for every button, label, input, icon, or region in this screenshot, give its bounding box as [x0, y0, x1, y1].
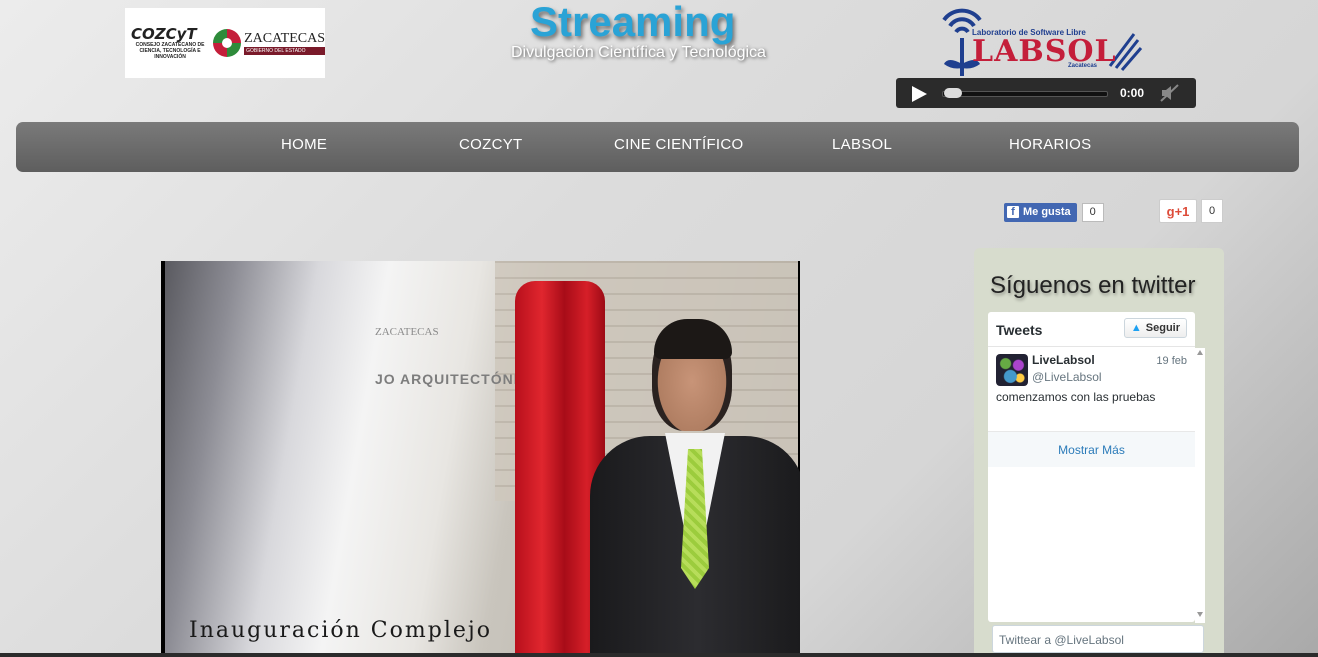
zacatecas-logo-title: ZACATECAS: [244, 31, 325, 46]
twitter-widget-title[interactable]: Tweets: [996, 322, 1042, 338]
tweet-text: comenzamos con las pruebas: [996, 390, 1156, 404]
tweet-item[interactable]: LiveLabsol @LiveLabsol 19 feb comenzamos…: [988, 347, 1195, 432]
audio-progress-track[interactable]: [942, 91, 1108, 97]
play-icon[interactable]: [912, 86, 927, 102]
audio-progress-handle[interactable]: [944, 88, 962, 98]
show-more-button[interactable]: Mostrar Más: [988, 432, 1195, 467]
twitter-scrollbar[interactable]: [1195, 348, 1205, 623]
labsol-logo[interactable]: Laboratorio de Software Libre LABSOL Zac…: [938, 6, 1143, 78]
facebook-icon: f: [1007, 206, 1019, 218]
tweet-compose-input[interactable]: Twittear a @LiveLabsol: [992, 625, 1204, 653]
audio-time: 0:00: [1120, 86, 1145, 100]
site-title: Streaming: [530, 0, 736, 45]
audio-player: 0:00: [896, 78, 1196, 108]
twitter-follow-label: Seguir: [1145, 322, 1180, 334]
twitter-widget-header: Tweets ▲ Seguir: [988, 312, 1195, 347]
volume-muted-icon[interactable]: [1160, 84, 1180, 102]
twitter-panel: Síguenos en twitter Tweets ▲ Seguir Live…: [974, 248, 1224, 657]
tweet-date[interactable]: 19 feb: [1156, 355, 1187, 367]
twitter-timeline-widget: Tweets ▲ Seguir LiveLabsol @LiveLabsol 1…: [988, 312, 1195, 622]
twitter-bird-icon: ▲: [1130, 322, 1142, 334]
google-plus-widget: g +1 0: [1159, 199, 1223, 223]
video-player[interactable]: ZACATECAS JO ARQUITECTÓNICO Inauguración…: [161, 261, 800, 657]
nav-item-labsol[interactable]: LABSOL: [832, 136, 892, 153]
cozcyt-logo-subtitle: CONSEJO ZACATECANO DE CIENCIA, TECNOLOGÍ…: [135, 42, 205, 60]
tweet-compose-placeholder: Twittear a @LiveLabsol: [999, 633, 1124, 647]
nav-item-horarios[interactable]: HORARIOS: [1009, 136, 1091, 153]
twitter-heading: Síguenos en twitter: [990, 272, 1196, 299]
google-plus-icon: g: [1166, 203, 1175, 219]
twitter-follow-button[interactable]: ▲ Seguir: [1123, 318, 1187, 338]
scroll-down-icon[interactable]: [1197, 612, 1203, 617]
zacatecas-logo: ZACATECAS GOBIERNO DEL ESTADO: [213, 29, 325, 57]
cozcyt-logo-title: COZCyT: [131, 25, 197, 43]
cozcyt-logo: COZCyT CONSEJO ZACATECANO DE CIENCIA, TE…: [131, 26, 209, 60]
scroll-up-icon[interactable]: [1197, 350, 1203, 355]
zacatecas-swirl-icon: [213, 29, 242, 57]
nav-item-home[interactable]: HOME: [281, 136, 327, 153]
main-nav: HOME COZCYT CINE CIENTÍFICO LABSOL HORAR…: [16, 122, 1299, 172]
labsol-logo-city: Zacatecas: [1068, 63, 1098, 69]
video-frame: ZACATECAS JO ARQUITECTÓNICO Inauguración…: [165, 261, 800, 656]
bottom-border: [0, 653, 1318, 657]
zacatecas-logo-subtitle: GOBIERNO DEL ESTADO: [244, 47, 325, 55]
nav-item-cozcyt[interactable]: COZCYT: [459, 136, 522, 153]
tweet-author-name[interactable]: LiveLabsol: [1032, 353, 1095, 367]
facebook-like-widget: f Me gusta 0: [1004, 202, 1104, 222]
plaque-logo: ZACATECAS: [375, 326, 439, 338]
facebook-like-button[interactable]: f Me gusta: [1004, 202, 1077, 222]
cozcyt-zacatecas-logo[interactable]: COZCyT CONSEJO ZACATECANO DE CIENCIA, TE…: [125, 8, 325, 78]
avatar[interactable]: [996, 354, 1028, 386]
site-subtitle: Divulgación Científica y Tecnológica: [511, 44, 766, 61]
tweet-author-handle[interactable]: @LiveLabsol: [1032, 370, 1102, 384]
google-plus-button[interactable]: g +1: [1159, 199, 1197, 223]
facebook-like-count: 0: [1081, 202, 1104, 222]
facebook-like-label: Me gusta: [1023, 206, 1071, 218]
nav-item-cine-cientifico[interactable]: CINE CIENTÍFICO: [614, 136, 744, 153]
google-plus-count: 0: [1201, 199, 1223, 223]
google-plus-label: +1: [1174, 203, 1190, 219]
video-caption: Inauguración Complejo: [189, 618, 492, 643]
